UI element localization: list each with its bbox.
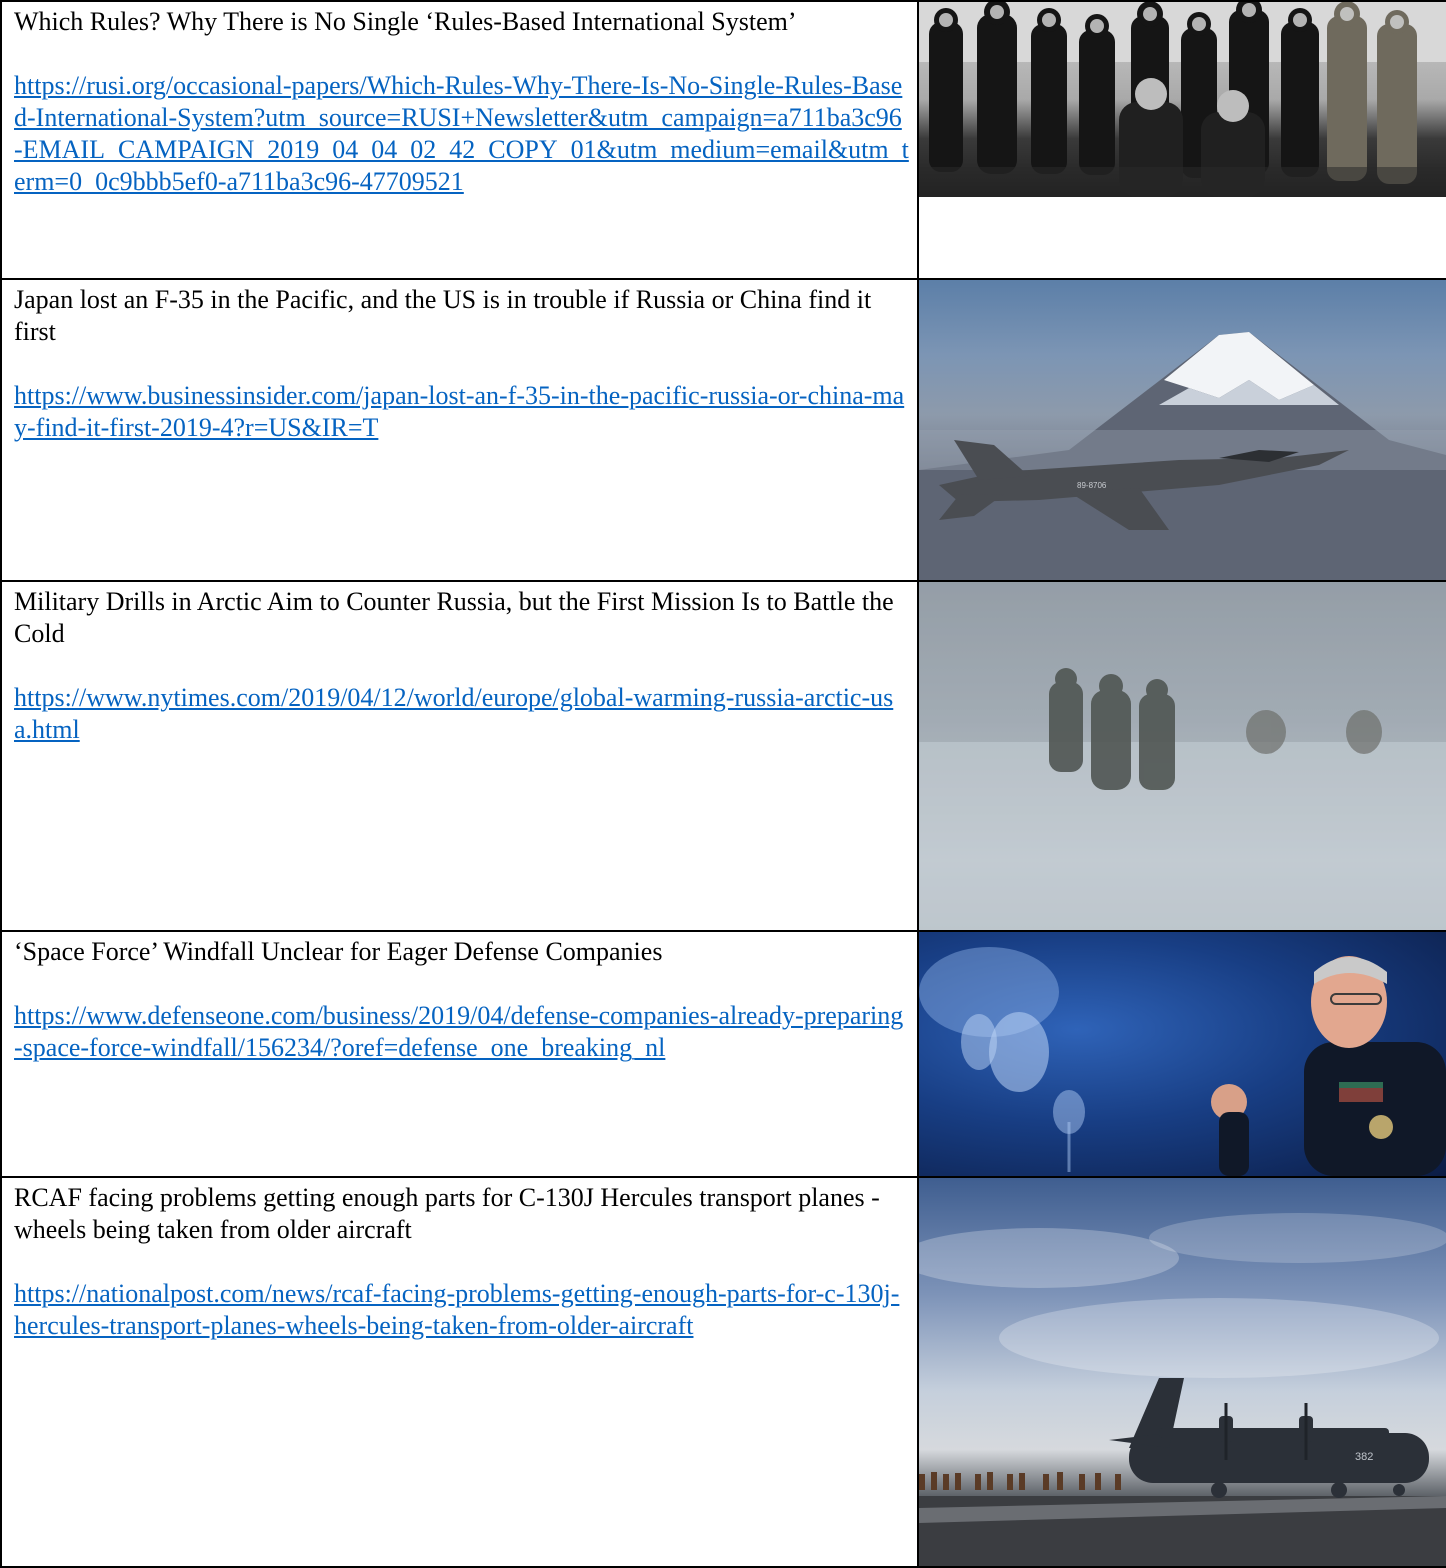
general-speaking-photo [920, 933, 1445, 1175]
article-link[interactable]: https://www.businessinsider.com/japan-lo… [14, 380, 909, 444]
article-title: Japan lost an F-35 in the Pacific, and t… [14, 285, 872, 346]
article-link[interactable]: https://nationalpost.com/news/rcaf-facin… [14, 1278, 909, 1342]
article-link[interactable]: https://www.nytimes.com/2019/04/12/world… [14, 682, 909, 746]
fighter-jet-illustration: 89-8706 [920, 332, 1445, 579]
article-text-cell: ‘Space Force’ Windfall Unclear for Eager… [0, 930, 919, 1178]
article-row: Military Drills in Arctic Aim to Counter… [0, 580, 1446, 932]
general-speaking-illustration [920, 947, 1445, 1175]
group-photo-illustration [920, 3, 1445, 197]
article-row: ‘Space Force’ Windfall Unclear for Eager… [0, 930, 1446, 1178]
article-link[interactable]: https://www.defenseone.com/business/2019… [14, 1000, 909, 1064]
group-photo [920, 3, 1445, 197]
article-image-cell: 89-8706 [917, 278, 1446, 582]
fighter-jet-photo: 89-8706 [920, 281, 1445, 579]
article-link[interactable]: https://rusi.org/occasional-papers/Which… [14, 70, 909, 198]
transport-plane-illustration: 382 [920, 1213, 1445, 1565]
article-title: RCAF facing problems getting enough part… [14, 1183, 880, 1244]
article-row: Which Rules? Why There is No Single ‘Rul… [0, 0, 1446, 280]
article-row: Japan lost an F-35 in the Pacific, and t… [0, 278, 1446, 582]
article-image-cell [917, 0, 1446, 280]
arctic-soldiers-illustration [920, 583, 1445, 929]
plane-number-text: 382 [1355, 1451, 1373, 1463]
article-text-cell: RCAF facing problems getting enough part… [0, 1176, 919, 1568]
article-title: Which Rules? Why There is No Single ‘Rul… [14, 7, 797, 36]
jet-serial-text: 89-8706 [1077, 481, 1107, 490]
articles-table: Which Rules? Why There is No Single ‘Rul… [0, 0, 1446, 1568]
article-text-cell: Military Drills in Arctic Aim to Counter… [0, 580, 919, 932]
article-text-cell: Japan lost an F-35 in the Pacific, and t… [0, 278, 919, 582]
article-text-cell: Which Rules? Why There is No Single ‘Rul… [0, 0, 919, 280]
article-image-cell: 382 [917, 1176, 1446, 1568]
article-title: ‘Space Force’ Windfall Unclear for Eager… [14, 937, 663, 966]
article-title: Military Drills in Arctic Aim to Counter… [14, 587, 894, 648]
article-image-cell [917, 580, 1446, 932]
article-image-cell [917, 930, 1446, 1178]
article-row: RCAF facing problems getting enough part… [0, 1176, 1446, 1568]
arctic-soldiers-photo [920, 583, 1445, 929]
transport-plane-photo: 382 [920, 1179, 1445, 1565]
